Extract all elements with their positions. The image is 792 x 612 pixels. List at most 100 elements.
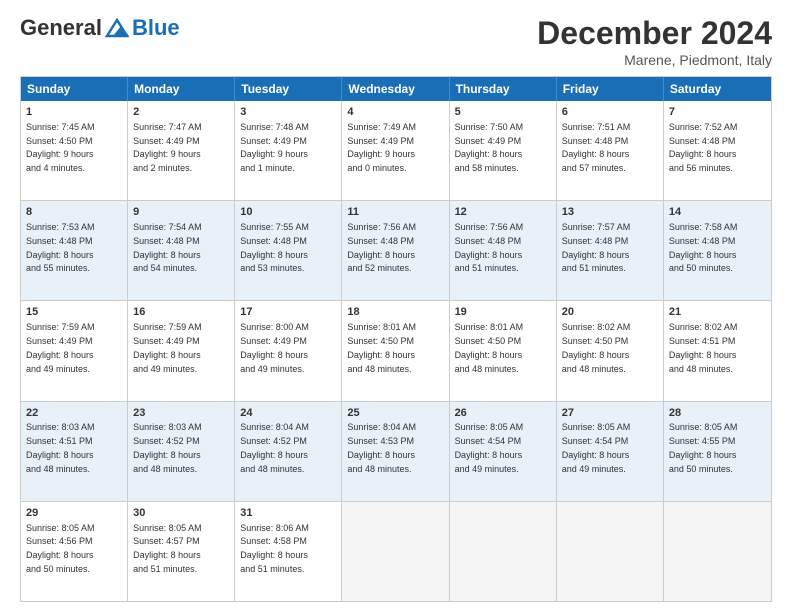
day-cell-3: 3 Sunrise: 7:48 AMSunset: 4:49 PMDaylight…: [235, 101, 342, 200]
day-number: 20: [562, 305, 658, 320]
day-number: 31: [240, 506, 336, 521]
day-number: 7: [669, 105, 766, 120]
day-info: Sunrise: 7:53 AMSunset: 4:48 PMDaylight:…: [26, 222, 95, 273]
day-cell-13: 13Sunrise: 7:57 AMSunset: 4:48 PMDayligh…: [557, 201, 664, 300]
day-info: Sunrise: 7:59 AMSunset: 4:49 PMDaylight:…: [133, 322, 202, 373]
day-cell-7: 7 Sunrise: 7:52 AMSunset: 4:48 PMDaylight…: [664, 101, 771, 200]
header-day-monday: Monday: [128, 77, 235, 101]
day-cell-25: 25Sunrise: 8:04 AMSunset: 4:53 PMDayligh…: [342, 402, 449, 501]
day-number: 10: [240, 205, 336, 220]
day-cell-6: 6Sunrise: 7:51 AMSunset: 4:48 PMDaylight…: [557, 101, 664, 200]
day-cell-27: 27Sunrise: 8:05 AMSunset: 4:54 PMDayligh…: [557, 402, 664, 501]
day-info: Sunrise: 7:49 AMSunset: 4:49 PMDaylight:…: [347, 122, 416, 173]
logo-blue: Blue: [132, 15, 180, 41]
day-cell-18: 18 Sunrise: 8:01 AMSunset: 4:50 PMDayligh…: [342, 301, 449, 400]
day-info: Sunrise: 8:02 AMSunset: 4:51 PMDaylight:…: [669, 322, 738, 373]
header: General Blue December 2024 Marene, Piedm…: [20, 15, 772, 68]
day-number: 3: [240, 105, 336, 120]
day-info: Sunrise: 7:54 AMSunset: 4:48 PMDaylight:…: [133, 222, 202, 273]
header-day-friday: Friday: [557, 77, 664, 101]
day-info: Sunrise: 8:00 AMSunset: 4:49 PMDaylight:…: [240, 322, 309, 373]
day-cell-19: 19 Sunrise: 8:01 AMSunset: 4:50 PMDayligh…: [450, 301, 557, 400]
logo: General Blue: [20, 15, 180, 41]
day-number: 16: [133, 305, 229, 320]
day-number: 28: [669, 406, 766, 421]
title-area: December 2024 Marene, Piedmont, Italy: [537, 15, 772, 68]
day-cell-22: 22Sunrise: 8:03 AMSunset: 4:51 PMDayligh…: [21, 402, 128, 501]
day-info: Sunrise: 7:47 AMSunset: 4:49 PMDaylight:…: [133, 122, 202, 173]
day-cell-1: 1 Sunrise: 7:45 AMSunset: 4:50 PMDaylight…: [21, 101, 128, 200]
day-info: Sunrise: 8:05 AMSunset: 4:56 PMDaylight:…: [26, 523, 95, 574]
day-cell-5: 5 Sunrise: 7:50 AMSunset: 4:49 PMDaylight…: [450, 101, 557, 200]
day-number: 30: [133, 506, 229, 521]
day-cell-2: 2 Sunrise: 7:47 AMSunset: 4:49 PMDaylight…: [128, 101, 235, 200]
page: General Blue December 2024 Marene, Piedm…: [0, 0, 792, 612]
day-info: Sunrise: 7:45 AMSunset: 4:50 PMDaylight:…: [26, 122, 95, 173]
day-cell-10: 10 Sunrise: 7:55 AMSunset: 4:48 PMDayligh…: [235, 201, 342, 300]
day-info: Sunrise: 8:04 AMSunset: 4:52 PMDaylight:…: [240, 422, 309, 473]
day-cell-20: 20 Sunrise: 8:02 AMSunset: 4:50 PMDayligh…: [557, 301, 664, 400]
day-cell-16: 16 Sunrise: 7:59 AMSunset: 4:49 PMDayligh…: [128, 301, 235, 400]
calendar-header: SundayMondayTuesdayWednesdayThursdayFrid…: [21, 77, 771, 101]
day-info: Sunrise: 8:05 AMSunset: 4:54 PMDaylight:…: [455, 422, 524, 473]
day-cell-11: 11Sunrise: 7:56 AMSunset: 4:48 PMDayligh…: [342, 201, 449, 300]
day-number: 22: [26, 406, 122, 421]
day-number: 21: [669, 305, 766, 320]
day-number: 27: [562, 406, 658, 421]
header-day-saturday: Saturday: [664, 77, 771, 101]
day-info: Sunrise: 8:04 AMSunset: 4:53 PMDaylight:…: [347, 422, 416, 473]
day-cell-9: 9Sunrise: 7:54 AMSunset: 4:48 PMDaylight…: [128, 201, 235, 300]
day-info: Sunrise: 8:05 AMSunset: 4:54 PMDaylight:…: [562, 422, 631, 473]
calendar: SundayMondayTuesdayWednesdayThursdayFrid…: [20, 76, 772, 602]
header-day-tuesday: Tuesday: [235, 77, 342, 101]
day-cell-12: 12 Sunrise: 7:56 AMSunset: 4:48 PMDayligh…: [450, 201, 557, 300]
day-number: 25: [347, 406, 443, 421]
day-number: 1: [26, 105, 122, 120]
header-day-sunday: Sunday: [21, 77, 128, 101]
header-day-wednesday: Wednesday: [342, 77, 449, 101]
logo-icon: [103, 18, 131, 38]
empty-cell: [342, 502, 449, 601]
day-info: Sunrise: 7:56 AMSunset: 4:48 PMDaylight:…: [455, 222, 524, 273]
day-cell-4: 4 Sunrise: 7:49 AMSunset: 4:49 PMDaylight…: [342, 101, 449, 200]
day-number: 12: [455, 205, 551, 220]
day-info: Sunrise: 7:55 AMSunset: 4:48 PMDaylight:…: [240, 222, 309, 273]
day-cell-26: 26Sunrise: 8:05 AMSunset: 4:54 PMDayligh…: [450, 402, 557, 501]
day-number: 29: [26, 506, 122, 521]
day-info: Sunrise: 7:50 AMSunset: 4:49 PMDaylight:…: [455, 122, 524, 173]
day-info: Sunrise: 8:03 AMSunset: 4:51 PMDaylight:…: [26, 422, 95, 473]
day-number: 13: [562, 205, 658, 220]
header-day-thursday: Thursday: [450, 77, 557, 101]
empty-cell: [664, 502, 771, 601]
day-number: 26: [455, 406, 551, 421]
logo-area: General Blue: [20, 15, 180, 41]
day-info: Sunrise: 7:48 AMSunset: 4:49 PMDaylight:…: [240, 122, 309, 173]
day-info: Sunrise: 7:52 AMSunset: 4:48 PMDaylight:…: [669, 122, 738, 173]
day-cell-31: 31Sunrise: 8:06 AMSunset: 4:58 PMDayligh…: [235, 502, 342, 601]
day-number: 18: [347, 305, 443, 320]
month-title: December 2024: [537, 15, 772, 52]
logo-general: General: [20, 15, 102, 41]
day-number: 19: [455, 305, 551, 320]
day-number: 14: [669, 205, 766, 220]
day-number: 8: [26, 205, 122, 220]
day-cell-28: 28Sunrise: 8:05 AMSunset: 4:55 PMDayligh…: [664, 402, 771, 501]
day-cell-8: 8 Sunrise: 7:53 AMSunset: 4:48 PMDaylight…: [21, 201, 128, 300]
calendar-row-3: 15Sunrise: 7:59 AMSunset: 4:49 PMDayligh…: [21, 300, 771, 400]
day-cell-17: 17Sunrise: 8:00 AMSunset: 4:49 PMDayligh…: [235, 301, 342, 400]
day-info: Sunrise: 8:03 AMSunset: 4:52 PMDaylight:…: [133, 422, 202, 473]
day-number: 5: [455, 105, 551, 120]
empty-cell: [557, 502, 664, 601]
day-number: 2: [133, 105, 229, 120]
day-info: Sunrise: 7:58 AMSunset: 4:48 PMDaylight:…: [669, 222, 738, 273]
day-info: Sunrise: 8:05 AMSunset: 4:57 PMDaylight:…: [133, 523, 202, 574]
day-info: Sunrise: 8:01 AMSunset: 4:50 PMDaylight:…: [455, 322, 524, 373]
calendar-body: 1 Sunrise: 7:45 AMSunset: 4:50 PMDaylight…: [21, 101, 771, 601]
day-number: 4: [347, 105, 443, 120]
calendar-row-4: 22Sunrise: 8:03 AMSunset: 4:51 PMDayligh…: [21, 401, 771, 501]
day-number: 6: [562, 105, 658, 120]
day-info: Sunrise: 8:02 AMSunset: 4:50 PMDaylight:…: [562, 322, 631, 373]
day-info: Sunrise: 8:01 AMSunset: 4:50 PMDaylight:…: [347, 322, 416, 373]
day-info: Sunrise: 7:56 AMSunset: 4:48 PMDaylight:…: [347, 222, 416, 273]
day-cell-24: 24Sunrise: 8:04 AMSunset: 4:52 PMDayligh…: [235, 402, 342, 501]
